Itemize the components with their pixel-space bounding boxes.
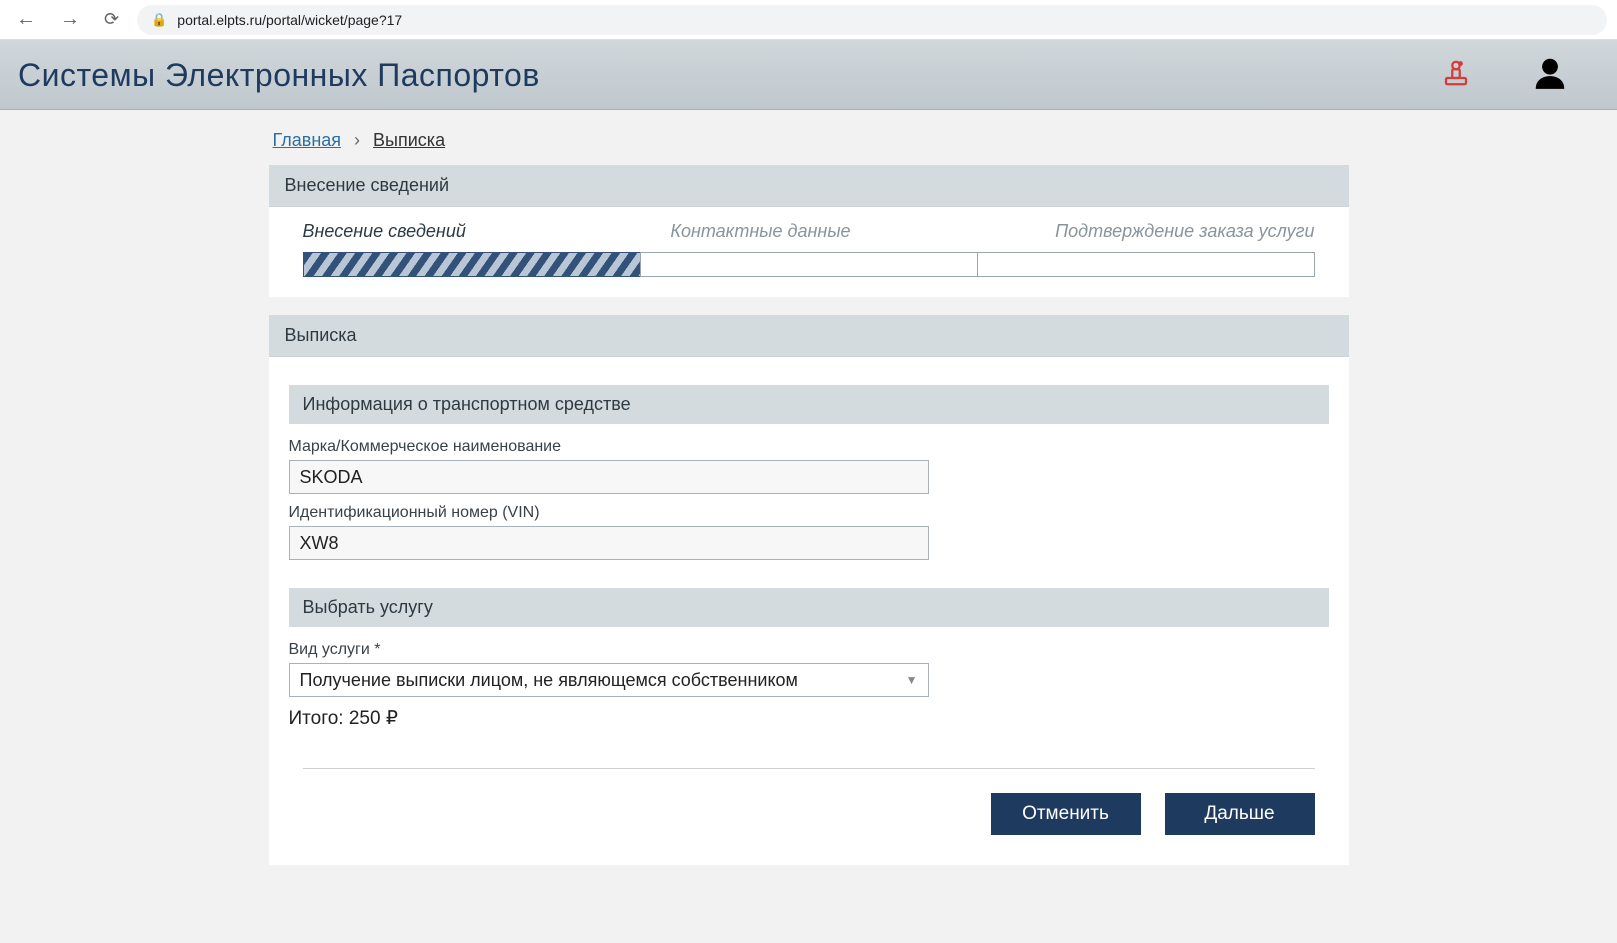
forward-arrow-icon[interactable]: → [54,4,86,35]
form-section-title: Выписка [269,315,1349,357]
service-type-label-text: Вид услуги * [289,641,381,658]
site-title: Системы Электронных Паспортов [18,57,540,94]
progress-seg-2 [640,252,978,277]
wizard-step-2: Контактные данные [670,221,850,242]
service-type-label: Вид услуги * [289,641,1329,659]
chevron-down-icon: ▼ [906,673,918,687]
service-section-header: Выбрать услугу [289,588,1329,627]
form-actions: Отменить Дальше [303,768,1315,835]
wizard-steps: Внесение сведений Контактные данные Подт… [303,221,1315,242]
lock-icon: 🔒 [151,12,167,28]
service-type-value: Получение выписки лицом, не являющемся с… [300,670,798,691]
cancel-button[interactable]: Отменить [991,793,1141,835]
browser-toolbar: ← → ⟳ 🔒 portal.elpts.ru/portal/wicket/pa… [0,0,1617,40]
stamp-icon[interactable] [1441,58,1471,93]
total-price: Итого: 250 ₽ [289,707,1329,730]
brand-label: Марка/Коммерческое наименование [289,438,1329,456]
address-bar[interactable]: 🔒 portal.elpts.ru/portal/wicket/page?17 [137,5,1607,35]
breadcrumb: Главная › Выписка [269,110,1349,165]
service-type-select[interactable]: Получение выписки лицом, не являющемся с… [289,663,929,697]
next-button[interactable]: Дальше [1165,793,1315,835]
vin-input[interactable] [289,526,929,560]
site-header: Системы Электронных Паспортов [0,40,1617,110]
progress-seg-1 [303,252,641,277]
wizard-panel: Внесение сведений Внесение сведений Конт… [269,165,1349,297]
wizard-step-3: Подтверждение заказа услуги [1055,221,1314,242]
back-arrow-icon[interactable]: ← [10,4,42,35]
vehicle-section-header: Информация о транспортном средстве [289,385,1329,424]
breadcrumb-current: Выписка [373,130,445,150]
vin-label: Идентификационный номер (VIN) [289,504,1329,522]
progress-seg-3 [977,252,1315,277]
user-profile-icon[interactable] [1531,54,1569,97]
wizard-step-1: Внесение сведений [303,221,466,242]
reload-icon[interactable]: ⟳ [98,5,125,34]
url-text: portal.elpts.ru/portal/wicket/page?17 [177,12,402,28]
brand-input[interactable] [289,460,929,494]
breadcrumb-home-link[interactable]: Главная [273,130,342,150]
breadcrumb-separator: › [354,130,360,150]
wizard-title: Внесение сведений [269,165,1349,207]
form-panel: Выписка Информация о транспортном средст… [269,315,1349,865]
wizard-progress [303,252,1315,277]
